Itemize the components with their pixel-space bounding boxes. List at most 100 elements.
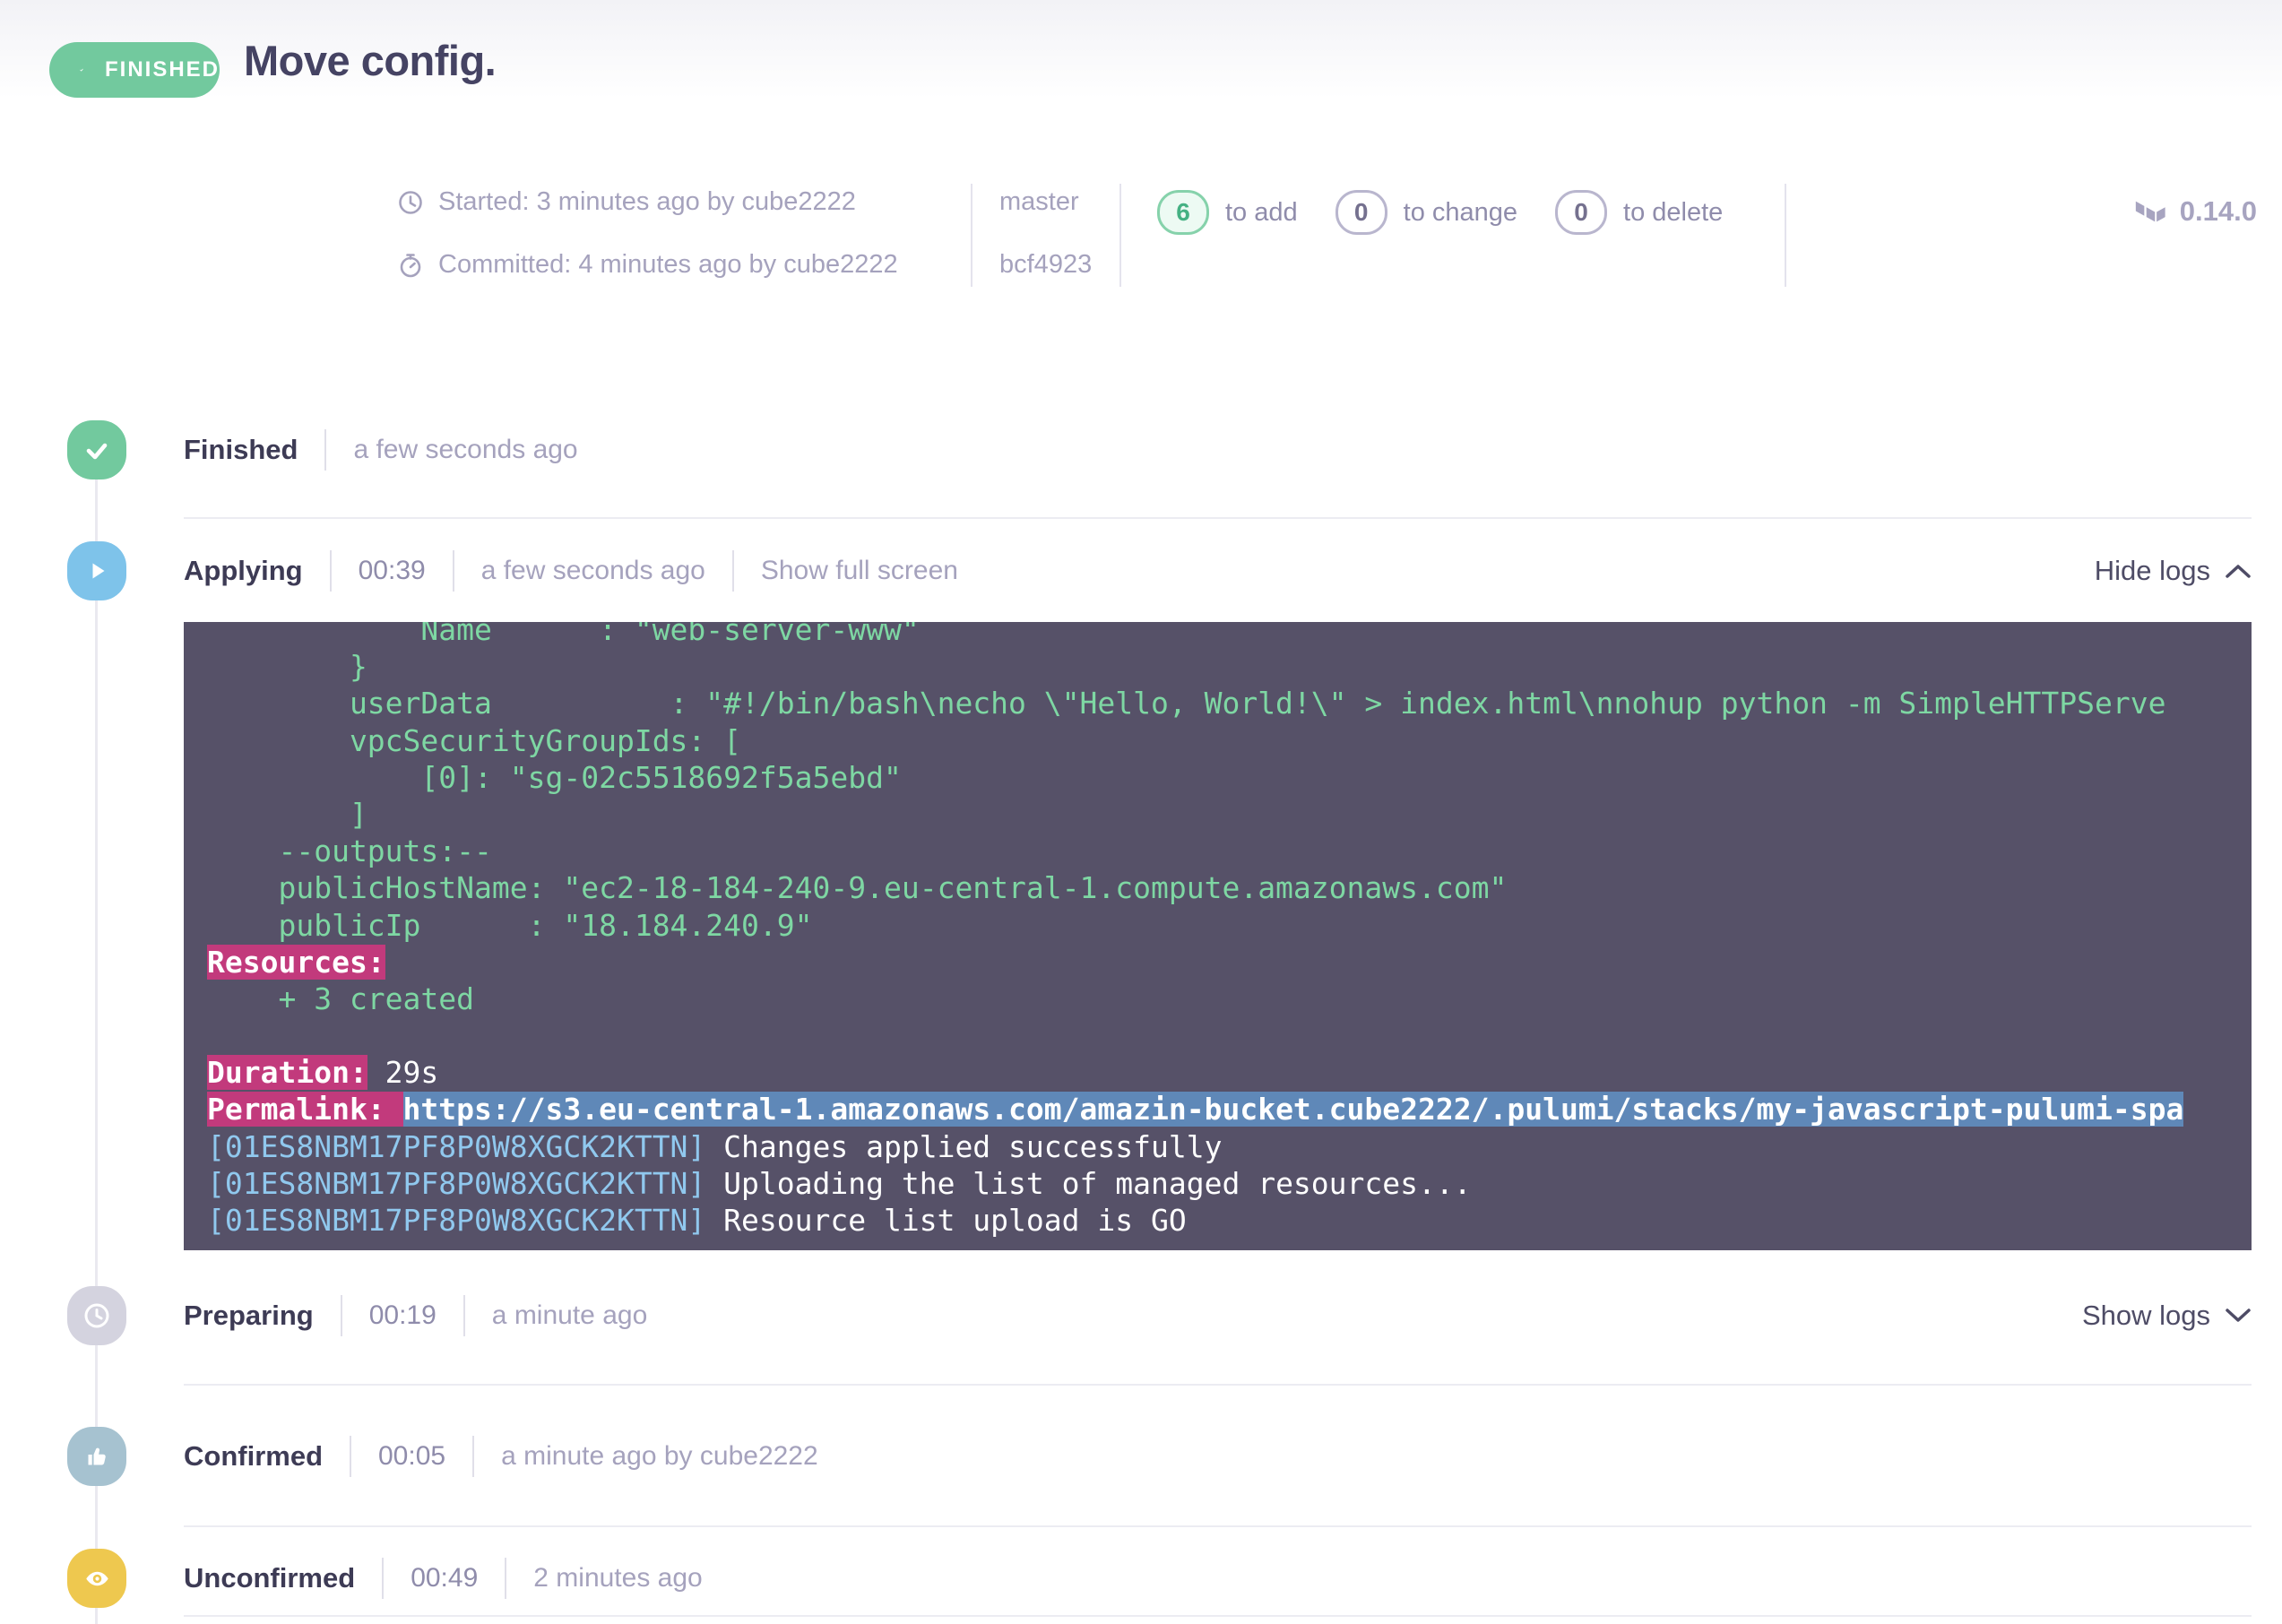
log-segment: [01ES8NBM17PF8P0W8XGCK2KTTN] <box>207 1166 705 1201</box>
log-segment: + 3 created <box>207 981 474 1016</box>
to-delete-badge: 0 to delete <box>1555 190 1723 235</box>
log-segment: ] <box>207 797 367 832</box>
log-line: userData : "#!/bin/bash\necho \"Hello, W… <box>207 685 2252 721</box>
log-permalink[interactable]: https://s3.eu-central-1.amazonaws.com/am… <box>403 1092 2184 1127</box>
log-line: Name : "web-server-www" <box>207 622 2252 648</box>
stage-time: a few seconds ago <box>353 435 577 465</box>
log-line: Duration: 29s <box>207 1054 2252 1091</box>
stage-label: Applying <box>184 555 303 587</box>
divider <box>463 1295 465 1336</box>
log-segment: [0]: "sg-02c5518692f5a5ebd" <box>207 760 902 795</box>
log-output: Name : "web-server-www" } userData : "#!… <box>184 622 2252 1239</box>
stage-duration: 00:49 <box>411 1563 478 1594</box>
log-line: ] <box>207 796 2252 833</box>
log-line: [01ES8NBM17PF8P0W8XGCK2KTTN] Uploading t… <box>207 1165 2252 1202</box>
chevron-up-icon <box>2225 563 2252 579</box>
committed-row: Committed: 4 minutes ago by cube2222 <box>397 250 971 280</box>
branch-name[interactable]: master <box>999 187 1119 217</box>
check-icon <box>80 57 83 82</box>
show-logs-label: Show logs <box>2082 1300 2210 1332</box>
log-line: + 3 created <box>207 980 2252 1017</box>
show-logs-button[interactable]: Show logs <box>2082 1300 2252 1332</box>
committed-text: Committed: 4 minutes ago by cube2222 <box>438 250 898 280</box>
log-segment: 29s <box>367 1055 438 1090</box>
run-meta: Started: 3 minutes ago by cube2222 Commi… <box>397 184 2257 287</box>
stage-time: a minute ago by cube2222 <box>501 1441 818 1472</box>
branch-info: master bcf4923 <box>972 184 1119 287</box>
status-icon-finished <box>67 420 126 479</box>
change-badges: 6 to add 0 to change 0 to delete <box>1121 184 1785 241</box>
divider <box>453 550 454 592</box>
log-segment: } <box>207 649 367 684</box>
log-segment: Duration: <box>207 1055 367 1090</box>
clock-icon <box>397 189 424 216</box>
log-line: [01ES8NBM17PF8P0W8XGCK2KTTN] Resource li… <box>207 1202 2252 1239</box>
log-segment: Uploading the list of managed resources.… <box>705 1166 1471 1201</box>
status-badge: FINISHED <box>49 42 220 98</box>
to-delete-label: to delete <box>1623 198 1723 228</box>
to-change-label: to change <box>1404 198 1517 228</box>
log-segment: [01ES8NBM17PF8P0W8XGCK2KTTN] <box>207 1203 705 1238</box>
status-icon-unconfirmed <box>67 1549 126 1608</box>
log-line: vpcSecurityGroupIds: [ <box>207 722 2252 759</box>
stopwatch-icon <box>397 252 424 279</box>
started-row: Started: 3 minutes ago by cube2222 <box>397 187 971 217</box>
spacer <box>1786 184 2133 287</box>
to-change-count: 0 <box>1335 190 1387 235</box>
to-add-label: to add <box>1225 198 1298 228</box>
terraform-version-text: 0.14.0 <box>2180 195 2257 228</box>
show-full-screen-button[interactable]: Show full screen <box>761 556 958 586</box>
log-segment: userData : "#!/bin/bash\necho \"Hello, W… <box>207 686 2165 721</box>
meta-times: Started: 3 minutes ago by cube2222 Commi… <box>397 184 971 287</box>
row-divider <box>184 1615 2252 1617</box>
thumbs-up-icon <box>83 1443 110 1470</box>
row-divider <box>184 1525 2252 1527</box>
log-segment: Permalink: <box>207 1092 403 1127</box>
log-segment: Resources: <box>207 945 385 980</box>
stage-duration: 00:39 <box>359 556 426 586</box>
log-segment: Name : "web-server-www" <box>207 622 920 647</box>
stage-duration: 00:19 <box>369 1300 437 1331</box>
log-line: } <box>207 648 2252 685</box>
to-add-badge: 6 to add <box>1157 190 1298 235</box>
play-icon <box>83 557 110 584</box>
chevron-down-icon <box>2225 1308 2252 1324</box>
stage-label: Confirmed <box>184 1440 323 1473</box>
row-divider <box>184 1384 2252 1386</box>
log-line: [01ES8NBM17PF8P0W8XGCK2KTTN] Changes app… <box>207 1128 2252 1165</box>
divider <box>324 429 326 471</box>
stage-time: a minute ago <box>492 1300 647 1331</box>
status-badge-label: FINISHED <box>105 57 220 82</box>
log-segment: Resource list upload is GO <box>705 1203 1186 1238</box>
status-icon-preparing <box>67 1286 126 1345</box>
started-text: Started: 3 minutes ago by cube2222 <box>438 187 856 217</box>
divider <box>330 550 332 592</box>
divider <box>732 550 734 592</box>
terraform-version: 0.14.0 <box>2133 191 2257 232</box>
stage-label: Preparing <box>184 1300 314 1332</box>
log-line: Permalink: https://s3.eu-central-1.amazo… <box>207 1091 2252 1127</box>
hide-logs-label: Hide logs <box>2095 555 2210 587</box>
timeline-row-confirmed: Confirmed 00:05 a minute ago by cube2222 <box>184 1427 2252 1486</box>
log-line: [0]: "sg-02c5518692f5a5ebd" <box>207 759 2252 796</box>
divider <box>472 1436 474 1477</box>
status-icon-applying <box>67 541 126 600</box>
log-segment: publicHostName: "ec2-18-184-240-9.eu-cen… <box>207 870 1507 905</box>
log-terminal[interactable]: Name : "web-server-www" } userData : "#!… <box>184 622 2252 1250</box>
log-segment: Changes applied successfully <box>705 1129 1222 1164</box>
to-change-badge: 0 to change <box>1335 190 1517 235</box>
status-icon-confirmed <box>67 1427 126 1486</box>
divider <box>350 1436 351 1477</box>
eye-icon <box>83 1565 111 1593</box>
stage-time: 2 minutes ago <box>533 1563 702 1594</box>
hide-logs-button[interactable]: Hide logs <box>2095 555 2252 587</box>
stage-label: Unconfirmed <box>184 1562 355 1594</box>
divider <box>505 1558 506 1599</box>
clock-icon <box>82 1301 111 1330</box>
commit-hash[interactable]: bcf4923 <box>999 250 1119 280</box>
stage-duration: 00:05 <box>378 1441 445 1472</box>
log-segment: publicIp : "18.184.240.9" <box>207 908 813 943</box>
log-line <box>207 1017 2252 1054</box>
divider <box>382 1558 384 1599</box>
log-line: publicIp : "18.184.240.9" <box>207 907 2252 944</box>
